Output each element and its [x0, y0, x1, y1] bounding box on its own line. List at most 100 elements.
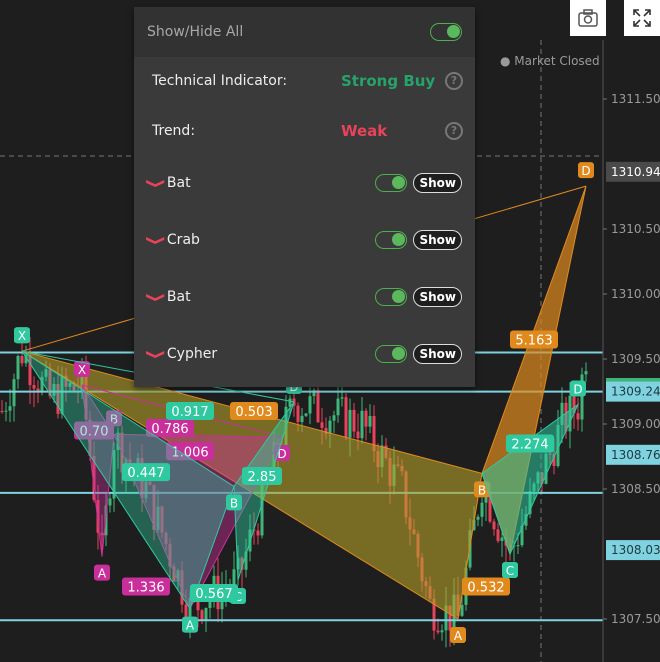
- pattern-point-label: B: [230, 496, 238, 510]
- pattern-name: Bat: [166, 175, 191, 191]
- candle-body: [336, 398, 340, 416]
- candle-body: [296, 405, 300, 423]
- pattern-point-label: A: [186, 619, 195, 633]
- ratio-label: 2.274: [511, 438, 548, 453]
- ratio-label: 0.786: [151, 422, 188, 437]
- candle-body: [328, 420, 332, 434]
- trend-value: Weak: [341, 122, 388, 140]
- pattern-toggle[interactable]: [375, 288, 408, 306]
- price-tick-label: 1308.500: [611, 482, 660, 496]
- ratio-label: 1.336: [127, 581, 164, 596]
- candle-body: [332, 415, 336, 421]
- trend-label: Trend:: [152, 123, 196, 139]
- candle-body: [356, 431, 360, 439]
- candle-body: [460, 604, 464, 616]
- pattern-point-label: D: [581, 164, 590, 178]
- candle-body: [340, 397, 344, 399]
- candle-body: [352, 409, 356, 432]
- candle-body: [32, 385, 36, 389]
- candle-body: [364, 410, 368, 427]
- pattern-row-cypher: ❯ Cypher Show: [145, 344, 462, 364]
- pattern-point-label: D: [573, 383, 582, 397]
- chevron-down-icon[interactable]: ❯: [145, 178, 166, 189]
- pattern-name: Crab: [166, 232, 200, 248]
- ratio-label: 0.567: [195, 587, 232, 602]
- candle-body: [516, 545, 520, 547]
- candle-body: [480, 502, 484, 517]
- candle-body: [12, 379, 16, 407]
- pattern-point-label: A: [454, 629, 463, 643]
- market-status: ● Market Closed: [500, 54, 600, 68]
- candle-body: [360, 410, 364, 439]
- price-label: 1310.940: [611, 165, 660, 179]
- candle-body: [0, 411, 4, 412]
- ratio-label: 0.503: [235, 405, 272, 420]
- ratio-label: 5.163: [515, 334, 552, 349]
- show-hide-all-toggle[interactable]: [430, 23, 462, 41]
- price-tick-label: 1311.500: [611, 92, 660, 106]
- candle-body: [436, 630, 440, 633]
- candle-body: [308, 396, 312, 414]
- candle-body: [492, 521, 496, 530]
- show-button[interactable]: Show: [413, 173, 462, 193]
- candle-body: [320, 422, 324, 428]
- pattern-row-bat: ❯ Bat Show: [145, 287, 462, 307]
- show-button[interactable]: Show: [413, 230, 462, 250]
- ratio-label: 0.447: [127, 466, 164, 481]
- candle-body: [476, 516, 480, 520]
- pattern-row-bat: ❯ Bat Show: [145, 173, 462, 193]
- technical-indicator-value: Strong Buy: [341, 72, 436, 90]
- chevron-down-icon[interactable]: ❯: [145, 235, 166, 246]
- show-button[interactable]: Show: [413, 344, 462, 364]
- candle-body: [16, 355, 20, 380]
- candle-body: [20, 355, 24, 364]
- technical-indicator-label: Technical Indicator:: [152, 73, 288, 89]
- harmonic-patterns-panel: Show/Hide All Technical Indicator: Stron…: [134, 7, 475, 387]
- expand-icon: [633, 9, 651, 27]
- ratio-label: 2.85: [248, 470, 277, 485]
- show-button[interactable]: Show: [413, 287, 462, 307]
- pattern-row-crab: ❯ Crab Show: [145, 230, 462, 250]
- pattern-point-label: C: [506, 564, 514, 578]
- help-icon[interactable]: ?: [445, 72, 463, 90]
- candle-body: [4, 410, 8, 412]
- chevron-down-icon[interactable]: ❯: [145, 292, 166, 303]
- candle-body: [204, 607, 208, 621]
- candle-body: [316, 390, 320, 423]
- pattern-toggle[interactable]: [375, 174, 408, 192]
- price-label: 1308.030: [611, 543, 660, 557]
- candle-body: [304, 413, 308, 416]
- candle-body: [200, 610, 204, 621]
- candle-body: [348, 409, 352, 438]
- candle-body: [500, 537, 504, 541]
- pattern-name: Bat: [166, 289, 191, 305]
- price-label: 1308.763: [611, 448, 660, 462]
- chevron-down-icon[interactable]: ❯: [145, 349, 166, 360]
- candle-body: [300, 415, 304, 423]
- help-icon[interactable]: ?: [445, 122, 463, 140]
- price-label: 1309.249: [611, 385, 660, 399]
- price-tick-label: 1309.500: [611, 352, 660, 366]
- candle-body: [8, 406, 12, 411]
- pattern-point-label: B: [478, 483, 486, 497]
- price-tick-label: 1307.500: [611, 612, 660, 626]
- candle-body: [496, 529, 500, 541]
- pattern-toggle[interactable]: [375, 345, 408, 363]
- candle-body: [584, 371, 588, 375]
- price-tick-label: 1310.000: [611, 287, 660, 301]
- show-hide-all-row: Show/Hide All: [134, 7, 475, 57]
- price-tick-label: 1309.000: [611, 417, 660, 431]
- ratio-label: 0.917: [171, 405, 208, 420]
- candle-body: [368, 415, 372, 427]
- show-hide-all-label: Show/Hide All: [147, 24, 244, 40]
- ratio-label: 0.532: [467, 581, 504, 596]
- screenshot-button[interactable]: [570, 0, 606, 36]
- candle-body: [440, 630, 444, 633]
- pattern-toggle[interactable]: [375, 231, 408, 249]
- fullscreen-button[interactable]: [624, 0, 660, 36]
- pattern-point-label: X: [18, 329, 26, 343]
- price-tick-label: 1310.500: [611, 222, 660, 236]
- candle-body: [576, 413, 580, 420]
- pattern-point-label: X: [78, 363, 86, 377]
- candle-body: [108, 498, 112, 506]
